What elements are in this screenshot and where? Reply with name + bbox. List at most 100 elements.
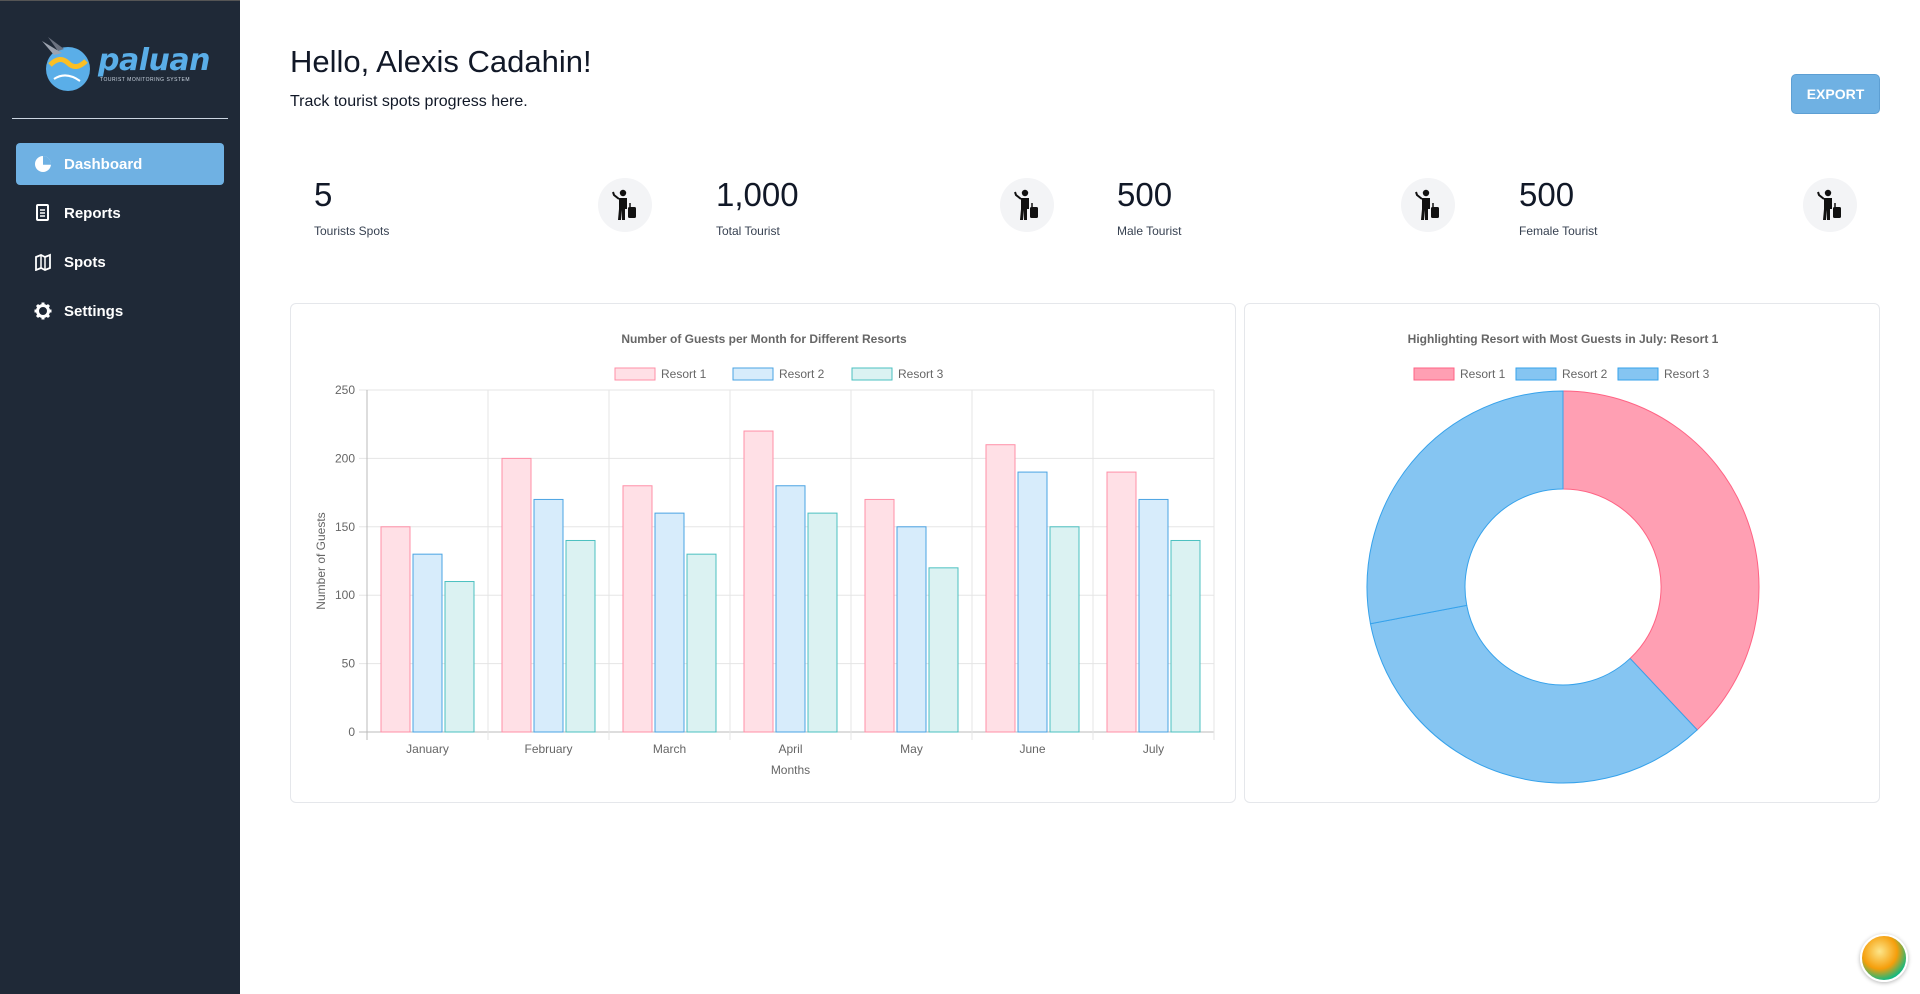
- y-tick-label: 50: [342, 657, 356, 671]
- traveler-icon: [1401, 178, 1455, 232]
- x-tick-label: July: [1143, 742, 1164, 756]
- stat-label: Female Tourist: [1519, 224, 1598, 238]
- stat-value: 500: [1117, 176, 1173, 213]
- bar-february-1: [501, 457, 532, 733]
- legend-label: Resort 1: [1460, 367, 1506, 381]
- export-button[interactable]: EXPORT: [1791, 74, 1880, 114]
- document-icon: [34, 204, 52, 222]
- sidebar-item-spots[interactable]: Spots: [16, 241, 224, 283]
- bar-chart-panel: Number of Guests per Month for Different…: [290, 303, 1236, 803]
- legend-label: Resort 2: [779, 367, 825, 381]
- stat-card-tourist-spots: 5 Tourists Spots: [290, 146, 676, 263]
- slice-resort-1: [1562, 390, 1760, 731]
- legend-swatch: [1413, 367, 1455, 381]
- legend-label: Resort 3: [898, 367, 944, 381]
- globe-plane-icon: [42, 37, 90, 91]
- x-tick-label: June: [1019, 742, 1045, 756]
- stat-value: 5: [314, 176, 333, 213]
- legend-swatch: [1515, 367, 1557, 381]
- traveler-glyph: [612, 189, 636, 220]
- sidebar-nav: Dashboard Reports Spots Settings: [16, 143, 224, 339]
- doughnut-chart-panel: Highlighting Resort with Most Guests in …: [1244, 303, 1880, 803]
- stat-value: 500: [1519, 176, 1575, 213]
- sidebar-divider: [12, 118, 228, 119]
- y-tick-label: 100: [335, 588, 355, 602]
- legend-label: Resort 3: [1664, 367, 1710, 381]
- y-axis-label: Number of Guests: [314, 512, 328, 609]
- legend-label: Resort 1: [661, 367, 707, 381]
- traveler-glyph: [1415, 189, 1439, 220]
- bar-may-3: [928, 567, 959, 733]
- brand-wordmark: paluan: [98, 43, 210, 78]
- bar-march-1: [622, 485, 653, 733]
- chart-title: Highlighting Resort with Most Guests in …: [1408, 332, 1719, 346]
- sidebar-item-settings[interactable]: Settings: [16, 290, 224, 332]
- bar-july-2: [1138, 498, 1169, 733]
- bar-june-3: [1049, 526, 1080, 733]
- floating-app-button[interactable]: [1860, 934, 1908, 982]
- traveler-icon: [1000, 178, 1054, 232]
- chart-title: Number of Guests per Month for Different…: [621, 332, 907, 346]
- stat-label: Male Tourist: [1117, 224, 1182, 238]
- bar-april-3: [807, 512, 838, 733]
- legend-swatch: [614, 367, 656, 381]
- x-tick-label: February: [524, 742, 572, 756]
- traveler-icon: [1803, 178, 1857, 232]
- stat-label: Total Tourist: [716, 224, 780, 238]
- stat-value: 1,000: [716, 176, 799, 213]
- traveler-icon: [598, 178, 652, 232]
- brand-logo[interactable]: paluan TOURIST MONITORING SYSTEM: [40, 35, 210, 95]
- x-tick-label: January: [406, 742, 449, 756]
- bar-july-3: [1170, 539, 1201, 733]
- bar-may-2: [896, 526, 927, 733]
- stat-card-female-tourist: 500 Female Tourist: [1495, 146, 1881, 263]
- legend-swatch: [851, 367, 893, 381]
- y-tick-label: 150: [335, 520, 355, 534]
- page-subtitle: Track tourist spots progress here.: [290, 93, 528, 110]
- x-tick-label: May: [900, 742, 923, 756]
- map-icon: [34, 253, 52, 271]
- traveler-glyph: [1817, 189, 1841, 220]
- bar-april-2: [775, 485, 806, 733]
- sidebar: paluan TOURIST MONITORING SYSTEM Dashboa…: [0, 0, 240, 994]
- y-tick-label: 250: [335, 383, 355, 397]
- brand-tagline: TOURIST MONITORING SYSTEM: [100, 77, 191, 83]
- bar-june-2: [1017, 471, 1048, 733]
- sidebar-item-label: Reports: [64, 204, 121, 222]
- stat-label: Tourists Spots: [314, 224, 390, 238]
- y-tick-label: 200: [335, 451, 355, 465]
- stat-card-male-tourist: 500 Male Tourist: [1093, 146, 1479, 263]
- bar-chart: Number of Guests per Month for Different…: [314, 332, 1215, 777]
- sidebar-item-label: Dashboard: [64, 155, 143, 173]
- traveler-glyph: [1014, 189, 1038, 220]
- sidebar-item-reports[interactable]: Reports: [16, 192, 224, 234]
- bar-july-1: [1106, 471, 1137, 733]
- bar-february-3: [565, 539, 596, 733]
- bar-march-3: [686, 553, 717, 733]
- x-tick-label: March: [653, 742, 686, 756]
- page-title: Hello, Alexis Cadahin!: [290, 44, 592, 79]
- bar-february-2: [533, 498, 564, 733]
- sidebar-item-dashboard[interactable]: Dashboard: [16, 143, 224, 185]
- doughnut-chart: Highlighting Resort with Most Guests in …: [1366, 332, 1760, 784]
- slice-resort-3: [1366, 390, 1564, 625]
- x-axis-label: Months: [771, 763, 810, 777]
- y-tick-label: 0: [348, 725, 355, 739]
- slice-resort-2: [1369, 604, 1698, 784]
- legend-swatch: [1617, 367, 1659, 381]
- bar-january-2: [412, 553, 443, 733]
- gear-icon: [34, 302, 52, 320]
- bar-june-1: [985, 444, 1016, 733]
- bar-april-1: [743, 430, 774, 733]
- x-tick-label: April: [778, 742, 802, 756]
- bar-january-1: [380, 526, 411, 733]
- bar-march-2: [654, 512, 685, 733]
- bar-january-3: [444, 581, 475, 733]
- legend-label: Resort 2: [1562, 367, 1608, 381]
- bar-may-1: [864, 498, 895, 733]
- pie-chart-icon: [34, 155, 52, 173]
- legend-swatch: [732, 367, 774, 381]
- sidebar-item-label: Spots: [64, 253, 106, 271]
- sidebar-item-label: Settings: [64, 302, 124, 320]
- stat-card-total-tourist: 1,000 Total Tourist: [692, 146, 1078, 263]
